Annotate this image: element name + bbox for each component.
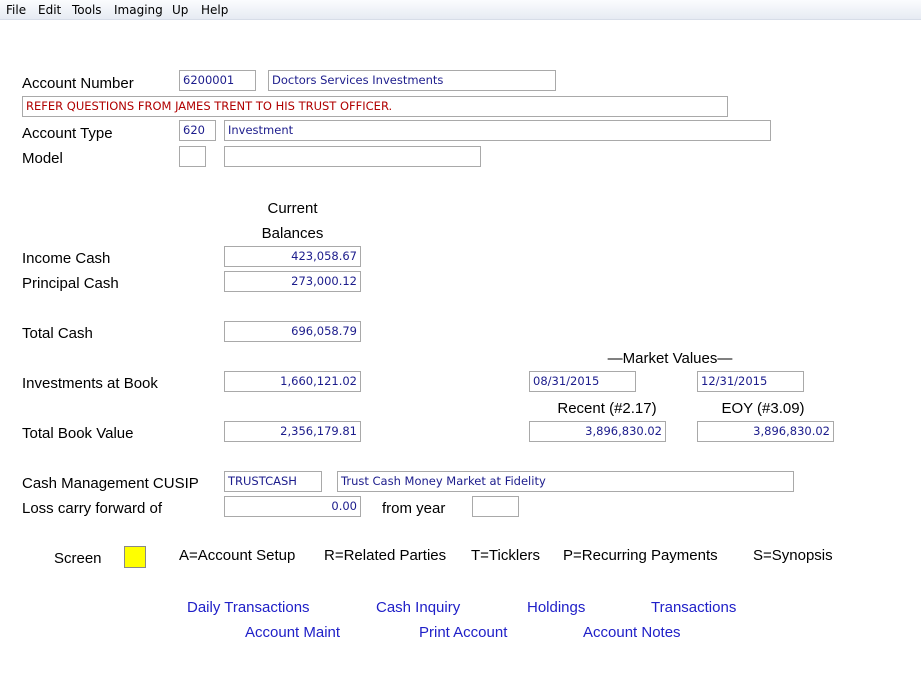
model-code-field[interactable] [179, 146, 206, 167]
menu-file[interactable]: File [6, 3, 26, 17]
loss-carry-forward-label: Loss carry forward of [22, 500, 163, 517]
holdings-link[interactable]: Holdings [527, 599, 585, 616]
total-cash-field[interactable]: 696,058.79 [224, 321, 361, 342]
menu-edit[interactable]: Edit [38, 3, 61, 17]
screen-option-recurring-payments: P=Recurring Payments [563, 547, 718, 564]
account-number-field[interactable]: 6200001 [179, 70, 256, 91]
market-eoy-date-field[interactable]: 12/31/2015 [697, 371, 804, 392]
daily-transactions-link[interactable]: Daily Transactions [187, 599, 310, 616]
market-recent-label: Recent (#2.17) [557, 400, 657, 417]
screen-option-related-parties: R=Related Parties [324, 547, 447, 564]
account-type-name-field[interactable]: Investment [224, 120, 771, 141]
menu-tools[interactable]: Tools [72, 3, 102, 17]
income-cash-label: Income Cash [22, 250, 111, 267]
account-notice-field[interactable]: REFER QUESTIONS FROM JAMES TRENT TO HIS … [22, 96, 728, 117]
account-maint-link[interactable]: Account Maint [245, 624, 340, 641]
investments-at-book-label: Investments at Book [22, 375, 158, 392]
loss-carry-forward-field[interactable]: 0.00 [224, 496, 361, 517]
print-account-link[interactable]: Print Account [419, 624, 507, 641]
total-book-value-field[interactable]: 2,356,179.81 [224, 421, 361, 442]
model-label: Model [22, 150, 63, 167]
market-eoy-value-field[interactable]: 3,896,830.02 [697, 421, 834, 442]
cash-mgmt-cusip-label: Cash Management CUSIP [22, 475, 199, 492]
balances-header-current: Current [267, 200, 318, 217]
principal-cash-label: Principal Cash [22, 275, 119, 292]
market-recent-date-field[interactable]: 08/31/2015 [529, 371, 636, 392]
principal-cash-field[interactable]: 273,000.12 [224, 271, 361, 292]
total-cash-label: Total Cash [22, 325, 93, 342]
transactions-link[interactable]: Transactions [651, 599, 736, 616]
market-recent-value-field[interactable]: 3,896,830.02 [529, 421, 666, 442]
account-number-label: Account Number [22, 75, 134, 92]
market-eoy-label: EOY (#3.09) [721, 400, 805, 417]
income-cash-field[interactable]: 423,058.67 [224, 246, 361, 267]
account-type-code-field[interactable]: 620 [179, 120, 216, 141]
screen-option-ticklers: T=Ticklers [471, 547, 541, 564]
cash-mgmt-cusip-name-field[interactable]: Trust Cash Money Market at Fidelity [337, 471, 794, 492]
screen-option-synopsis: S=Synopsis [753, 547, 833, 564]
from-year-field[interactable] [472, 496, 519, 517]
menu-help[interactable]: Help [201, 3, 228, 17]
menu-up[interactable]: Up [172, 3, 188, 17]
menu-imaging[interactable]: Imaging [114, 3, 163, 17]
cash-mgmt-cusip-field[interactable]: TRUSTCASH [224, 471, 322, 492]
menu-bar: File Edit Tools Imaging Up Help [0, 0, 921, 20]
total-book-value-label: Total Book Value [22, 425, 134, 442]
model-name-field[interactable] [224, 146, 481, 167]
screen-label: Screen [54, 550, 102, 567]
balances-header-balances: Balances [261, 225, 324, 242]
account-name-field[interactable]: Doctors Services Investments [268, 70, 556, 91]
cash-inquiry-link[interactable]: Cash Inquiry [376, 599, 460, 616]
market-values-header: —Market Values— [607, 350, 733, 367]
screen-option-account-setup: A=Account Setup [179, 547, 296, 564]
from-year-label: from year [382, 500, 446, 517]
screen-input[interactable] [124, 546, 146, 568]
account-type-label: Account Type [22, 125, 113, 142]
investments-at-book-field[interactable]: 1,660,121.02 [224, 371, 361, 392]
account-notes-link[interactable]: Account Notes [583, 624, 681, 641]
